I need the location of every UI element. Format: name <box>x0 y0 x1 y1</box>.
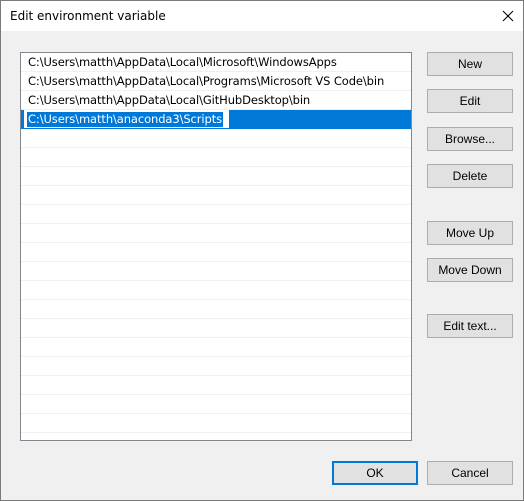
empty-row[interactable] <box>21 414 411 433</box>
path-row[interactable]: C:\Users\matth\AppData\Local\Programs\Mi… <box>21 72 411 91</box>
empty-row[interactable] <box>21 319 411 338</box>
empty-row[interactable] <box>21 395 411 414</box>
empty-row[interactable] <box>21 262 411 281</box>
edit-text-button[interactable]: Edit text... <box>427 314 513 338</box>
empty-row[interactable] <box>21 281 411 300</box>
path-edit-input[interactable]: C:\Users\matth\anaconda3\Scripts <box>24 110 229 128</box>
edit-button[interactable]: Edit <box>427 89 513 113</box>
ok-button[interactable]: OK <box>332 461 418 485</box>
empty-row[interactable] <box>21 357 411 376</box>
edit-env-variable-dialog: Edit environment variable C:\Users\matth… <box>0 0 524 501</box>
path-row[interactable]: C:\Users\matth\AppData\Local\Microsoft\W… <box>21 53 411 72</box>
empty-row[interactable] <box>21 300 411 319</box>
move-up-button[interactable]: Move Up <box>427 221 513 245</box>
close-icon <box>502 10 514 22</box>
browse-button[interactable]: Browse... <box>427 127 513 151</box>
new-button[interactable]: New <box>427 52 513 76</box>
cancel-button[interactable]: Cancel <box>427 461 513 485</box>
path-row-text: C:\Users\matth\AppData\Local\GitHubDeskt… <box>28 93 311 107</box>
empty-row[interactable] <box>21 129 411 148</box>
empty-row[interactable] <box>21 186 411 205</box>
path-row-text: C:\Users\matth\AppData\Local\Microsoft\W… <box>28 55 337 69</box>
empty-row[interactable] <box>21 376 411 395</box>
path-row-selected[interactable]: C:\Users\matth\anaconda3\Scripts <box>21 110 411 129</box>
empty-row[interactable] <box>21 338 411 357</box>
path-edit-selected-text: C:\Users\matth\anaconda3\Scripts <box>27 112 224 127</box>
empty-row[interactable] <box>21 205 411 224</box>
title-bar: Edit environment variable <box>1 1 523 31</box>
empty-row[interactable] <box>21 167 411 186</box>
move-down-button[interactable]: Move Down <box>427 258 513 282</box>
path-row[interactable]: C:\Users\matth\AppData\Local\GitHubDeskt… <box>21 91 411 110</box>
path-list[interactable]: C:\Users\matth\AppData\Local\Microsoft\W… <box>20 52 412 441</box>
delete-button[interactable]: Delete <box>427 164 513 188</box>
path-row-text: C:\Users\matth\AppData\Local\Programs\Mi… <box>28 74 385 88</box>
empty-row[interactable] <box>21 148 411 167</box>
close-button[interactable] <box>493 1 523 31</box>
window-title: Edit environment variable <box>10 9 166 23</box>
empty-row[interactable] <box>21 224 411 243</box>
empty-row[interactable] <box>21 243 411 262</box>
